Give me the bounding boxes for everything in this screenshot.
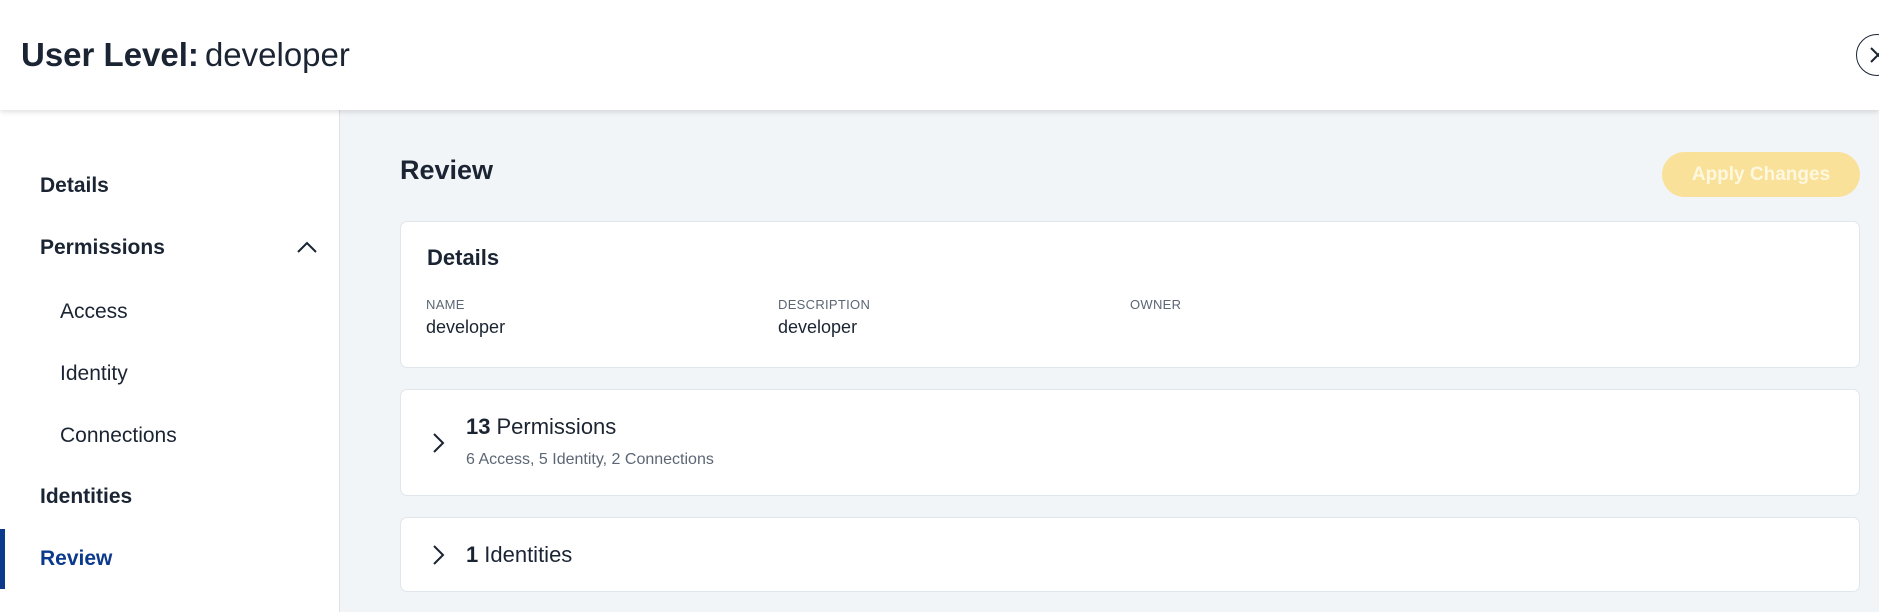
permissions-label: Permissions — [496, 414, 617, 439]
permissions-count-line: 13 Permissions — [466, 414, 616, 440]
page-title-name: developer — [204, 36, 350, 73]
header-bar: User Level: developer — [0, 0, 1879, 110]
active-indicator — [0, 529, 5, 589]
sidebar-item-label: Permissions — [40, 236, 165, 259]
chevron-right-icon[interactable] — [431, 432, 445, 454]
page-title-prefix: User Level: — [21, 36, 199, 73]
permissions-count: 13 — [466, 414, 491, 439]
sidebar-item-label: Connections — [60, 424, 177, 447]
sidebar-item-identities[interactable]: Identities — [0, 474, 340, 520]
sidebar-item-label: Identities — [40, 485, 133, 508]
identities-label: Identities — [484, 542, 573, 567]
sidebar-item-connections[interactable]: Connections — [0, 413, 340, 459]
field-label: NAME — [426, 297, 465, 312]
sidebar-item-label: Details — [40, 174, 109, 197]
chevron-up-icon[interactable] — [296, 239, 318, 255]
permissions-summary: 6 Access, 5 Identity, 2 Connections — [466, 451, 714, 468]
sidebar-item-label: Review — [40, 547, 113, 570]
owner-field: OWNER — [1130, 297, 1181, 317]
sidebar-item-access[interactable]: Access — [0, 289, 340, 335]
main-content: Review Apply Changes Details NAME develo… — [341, 110, 1879, 612]
sidebar: Details Permissions Access Identity Conn… — [0, 110, 340, 612]
details-card: Details NAME developer DESCRIPTION devel… — [400, 221, 1860, 368]
close-icon — [1870, 47, 1879, 63]
identities-count: 1 — [466, 542, 479, 567]
sidebar-item-details[interactable]: Details — [0, 163, 340, 209]
field-value: developer — [778, 317, 858, 337]
identities-count-line: 1 Identities — [466, 542, 572, 568]
sidebar-item-review[interactable]: Review — [0, 529, 340, 589]
page-title: User Level: developer — [21, 36, 350, 74]
sidebar-item-permissions[interactable]: Permissions — [0, 225, 340, 271]
sidebar-item-label: Access — [60, 300, 128, 323]
field-label: DESCRIPTION — [778, 297, 871, 312]
permissions-card[interactable]: 13 Permissions 6 Access, 5 Identity, 2 Co… — [400, 389, 1860, 496]
field-value: developer — [426, 317, 506, 337]
section-title: Review — [400, 155, 494, 185]
apply-changes-button[interactable]: Apply Changes — [1662, 152, 1860, 197]
sidebar-item-label: Identity — [60, 362, 128, 385]
description-field: DESCRIPTION developer — [778, 297, 870, 338]
identities-card[interactable]: 1 Identities — [400, 517, 1860, 592]
close-button[interactable] — [1856, 34, 1879, 76]
field-label: OWNER — [1130, 297, 1182, 312]
sidebar-item-identity[interactable]: Identity — [0, 351, 340, 397]
details-card-title: Details — [427, 245, 500, 270]
name-field: NAME developer — [426, 297, 505, 338]
chevron-right-icon[interactable] — [431, 544, 445, 566]
